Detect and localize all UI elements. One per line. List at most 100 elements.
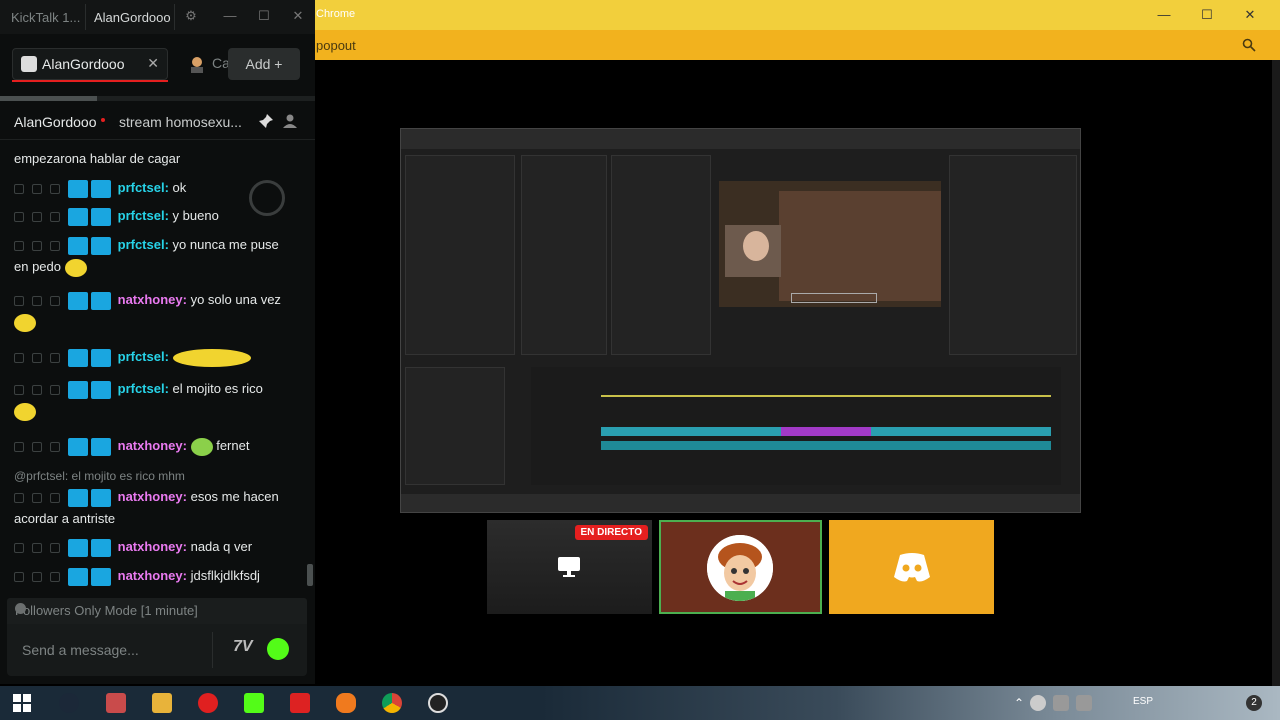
delete-icon[interactable] bbox=[50, 571, 60, 582]
account-name: AlanGordooo bbox=[94, 10, 171, 25]
steam-icon[interactable] bbox=[59, 693, 79, 713]
tabs-scrollbar[interactable] bbox=[0, 96, 315, 101]
zoom-icon[interactable] bbox=[1242, 38, 1256, 52]
badge-icon bbox=[91, 348, 111, 367]
ban-icon[interactable] bbox=[14, 492, 24, 503]
obs-icon[interactable] bbox=[428, 693, 448, 713]
delete-icon[interactable] bbox=[50, 295, 60, 306]
account-switcher[interactable]: AlanGordooo bbox=[85, 4, 175, 30]
username[interactable]: natxhoney: bbox=[118, 539, 187, 554]
ban-icon[interactable] bbox=[14, 240, 24, 251]
editor-panel-controls bbox=[521, 155, 607, 355]
delete-icon[interactable] bbox=[50, 492, 60, 503]
participant-tile-avatar[interactable] bbox=[659, 520, 822, 614]
ban-icon[interactable] bbox=[14, 183, 24, 194]
username[interactable]: prfctsel: bbox=[118, 180, 169, 195]
chat-input-box[interactable]: Send a message... 7V bbox=[7, 624, 307, 676]
reply-text: @prfctsel: el mojito es rico mhm bbox=[14, 469, 185, 483]
username[interactable]: prfctsel: bbox=[118, 381, 169, 396]
tray-expand-icon[interactable]: ⌃ bbox=[1014, 696, 1024, 710]
kick-emote-icon[interactable] bbox=[267, 638, 289, 660]
ban-icon[interactable] bbox=[14, 542, 24, 553]
delete-icon[interactable] bbox=[50, 352, 60, 363]
delete-icon[interactable] bbox=[50, 441, 60, 452]
windows-start-icon[interactable] bbox=[12, 693, 32, 713]
timeout-icon[interactable] bbox=[32, 441, 42, 452]
username[interactable]: prfctsel: bbox=[118, 237, 169, 252]
timeout-icon[interactable] bbox=[32, 571, 42, 582]
ban-icon[interactable] bbox=[14, 571, 24, 582]
screen-share-tile[interactable]: EN DIRECTO bbox=[487, 520, 652, 614]
opera-icon[interactable] bbox=[198, 693, 218, 713]
channel-name[interactable]: AlanGordooo bbox=[14, 114, 97, 130]
minimize-button[interactable]: — bbox=[221, 8, 239, 23]
badge-icon bbox=[68, 488, 88, 507]
chrome-icon[interactable] bbox=[382, 693, 402, 713]
info-icon[interactable] bbox=[15, 603, 26, 614]
message-input-placeholder[interactable]: Send a message... bbox=[22, 642, 139, 658]
chat-scrollbar-thumb[interactable] bbox=[307, 564, 313, 586]
message-text: yo solo una vez bbox=[190, 292, 281, 307]
tab-alangordooo[interactable]: AlanGordooo ✕ bbox=[12, 48, 168, 80]
delete-icon[interactable] bbox=[50, 384, 60, 395]
participant-tile-discord[interactable] bbox=[829, 520, 994, 614]
user-icon[interactable] bbox=[282, 113, 298, 129]
app-icon[interactable] bbox=[290, 693, 310, 713]
channel-avatar-icon bbox=[21, 56, 37, 72]
username[interactable]: natxhoney: bbox=[118, 292, 187, 307]
timeout-icon[interactable] bbox=[32, 295, 42, 306]
badge-icon bbox=[91, 207, 111, 226]
gear-icon[interactable]: ⚙ bbox=[182, 8, 200, 24]
pin-icon[interactable] bbox=[258, 113, 274, 129]
ban-icon[interactable] bbox=[14, 384, 24, 395]
app-icon[interactable] bbox=[106, 693, 126, 713]
reply-preview[interactable]: @prfctsel: el mojito es rico mhm bbox=[14, 469, 185, 483]
username[interactable]: natxhoney: bbox=[118, 489, 187, 504]
username[interactable]: prfctsel: bbox=[118, 208, 169, 223]
maximize-button[interactable]: ☐ bbox=[255, 8, 273, 24]
ban-icon[interactable] bbox=[14, 211, 24, 222]
screen-share-video[interactable] bbox=[400, 128, 1081, 513]
delete-icon[interactable] bbox=[50, 542, 60, 553]
add-tab-button[interactable]: Add + bbox=[228, 48, 300, 80]
ban-icon[interactable] bbox=[14, 295, 24, 306]
timeout-icon[interactable] bbox=[32, 183, 42, 194]
steam-tray-icon[interactable] bbox=[1030, 695, 1046, 711]
delete-icon[interactable] bbox=[50, 183, 60, 194]
microphone-icon[interactable] bbox=[336, 693, 356, 713]
timeout-icon[interactable] bbox=[32, 492, 42, 503]
emote-icon bbox=[190, 437, 213, 456]
speaker-icon[interactable] bbox=[1053, 695, 1069, 711]
followers-only-text: Followers Only Mode [1 minute] bbox=[15, 603, 198, 618]
message-text-continuation: en pedo bbox=[14, 259, 61, 274]
delete-icon[interactable] bbox=[50, 240, 60, 251]
timeout-icon[interactable] bbox=[32, 542, 42, 553]
folder-icon[interactable] bbox=[152, 693, 172, 713]
ban-icon[interactable] bbox=[14, 352, 24, 363]
username[interactable]: natxhoney: bbox=[118, 568, 187, 583]
7tv-emote-icon[interactable]: 7V bbox=[233, 638, 255, 660]
chat-message: prfctsel: yo nunca me puse en pedo bbox=[14, 234, 299, 278]
close-tab-icon[interactable]: ✕ bbox=[147, 55, 159, 72]
emote-icon bbox=[172, 348, 251, 367]
chrome-minimize-button[interactable]: — bbox=[1153, 4, 1175, 26]
chrome-maximize-button[interactable]: ☐ bbox=[1196, 4, 1218, 26]
chat-message: empezarona hablar de cagar bbox=[14, 148, 299, 170]
ban-icon[interactable] bbox=[14, 441, 24, 452]
timeout-icon[interactable] bbox=[32, 240, 42, 251]
kicktalk-titlebar[interactable]: KickTalk 1... AlanGordooo ⚙ — ☐ ✕ bbox=[0, 0, 315, 34]
timeout-icon[interactable] bbox=[32, 384, 42, 395]
username[interactable]: natxhoney: bbox=[118, 438, 187, 453]
emote-icon bbox=[64, 258, 87, 277]
timeout-icon[interactable] bbox=[32, 211, 42, 222]
chrome-close-button[interactable]: ✕ bbox=[1239, 4, 1261, 26]
network-icon[interactable] bbox=[1076, 695, 1092, 711]
delete-icon[interactable] bbox=[50, 211, 60, 222]
username[interactable]: prfctsel: bbox=[118, 349, 169, 364]
language-indicator[interactable]: ESP bbox=[1133, 696, 1153, 707]
tabs-scrollbar-thumb[interactable] bbox=[0, 96, 97, 101]
timeout-icon[interactable] bbox=[32, 352, 42, 363]
notification-badge[interactable]: 2 bbox=[1246, 695, 1262, 711]
close-button[interactable]: ✕ bbox=[289, 8, 307, 24]
kicktalk-icon[interactable] bbox=[244, 693, 264, 713]
